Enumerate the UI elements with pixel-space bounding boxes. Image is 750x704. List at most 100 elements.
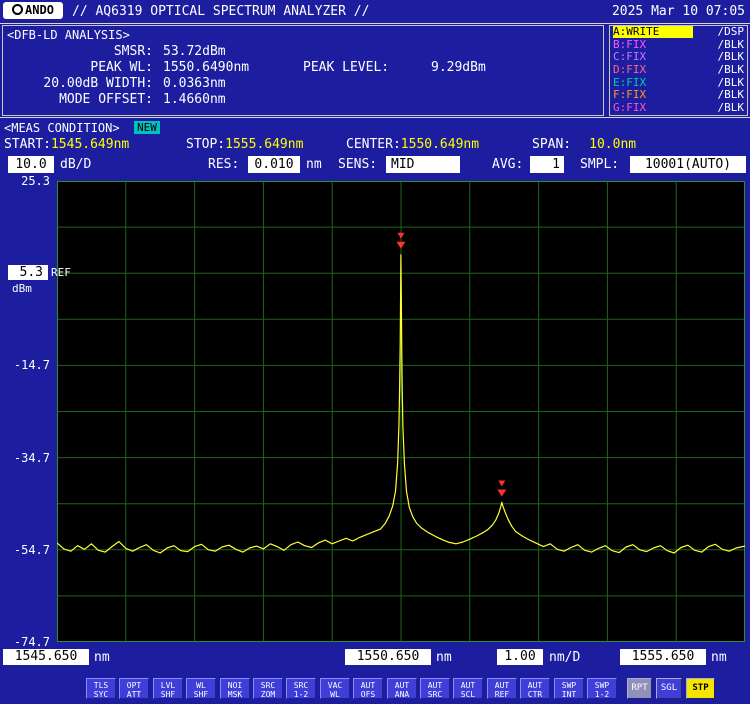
softkey-aut-src[interactable]: AUTSRC xyxy=(420,678,450,699)
meas-field: START:1545.649nm xyxy=(4,137,129,152)
trace-status-panel: A:WRITE/DSPB:FIX/BLKC:FIX/BLKD:FIX/BLKE:… xyxy=(609,25,748,116)
rpt-button[interactable]: RPT xyxy=(627,678,652,699)
softkey-aut-scl[interactable]: AUTSCL xyxy=(453,678,483,699)
peak-marker-icon xyxy=(396,242,405,249)
sensitivity-label: SENS: xyxy=(338,157,377,172)
analysis-label: MODE OFFSET: xyxy=(3,92,153,107)
meas-field-value: 1550.649nm xyxy=(401,137,479,152)
analysis-row: SMSR:53.72dBm xyxy=(3,44,603,59)
trace-status: /BLK xyxy=(718,64,745,76)
ref-level-box[interactable]: 5.3 xyxy=(8,265,48,280)
ref-label: REF xyxy=(51,266,71,279)
peak-level-label: PEAK LEVEL: xyxy=(303,60,389,75)
trace-row[interactable]: B:FIX/BLK xyxy=(610,39,747,52)
meas-field-label: STOP: xyxy=(186,137,225,152)
softkey-label: ATT xyxy=(120,690,148,699)
softkey-aut-ctr[interactable]: AUTCTR xyxy=(520,678,550,699)
average-field[interactable]: 1 xyxy=(530,156,564,173)
trace-row[interactable]: D:FIX/BLK xyxy=(610,64,747,77)
peak-marker-icon xyxy=(397,233,404,239)
analysis-value: 1.4660nm xyxy=(163,92,226,107)
softkey-label: REF xyxy=(488,690,516,699)
average-label: AVG: xyxy=(492,157,523,172)
x-axis-stop-unit: nm xyxy=(711,650,727,665)
sensitivity-field[interactable]: MID xyxy=(386,156,460,173)
stp-button[interactable]: STP xyxy=(686,678,715,699)
resolution-unit-label: nm xyxy=(306,157,322,172)
x-axis-center-value: 1550.650 xyxy=(345,649,431,665)
brand-name: ANDO xyxy=(25,3,54,17)
softkey-aut-ana[interactable]: AUTANA xyxy=(387,678,417,699)
softkey-opt-att[interactable]: OPTATT xyxy=(119,678,149,699)
softkey-label: SYC xyxy=(87,690,115,699)
y-axis-tick-label: -14.7 xyxy=(0,358,50,372)
softkey-label: VAC xyxy=(321,681,349,690)
softkey-src-zom[interactable]: SRCZOM xyxy=(253,678,283,699)
sgl-button[interactable]: SGL xyxy=(656,678,682,699)
trace-row[interactable]: A:WRITE/DSP xyxy=(610,26,747,39)
analysis-label: SMSR: xyxy=(3,44,153,59)
meas-field: CENTER:1550.649nm xyxy=(346,137,479,152)
softkey-tls-syc[interactable]: TLSSYC xyxy=(86,678,116,699)
softkey-label: NOI xyxy=(221,681,249,690)
analysis-label: 20.00dB WIDTH: xyxy=(3,76,153,91)
softkey-label: SRC xyxy=(421,690,449,699)
x-axis-start-value: 1545.650 xyxy=(3,649,89,665)
trace-status: /DSP xyxy=(718,26,745,38)
softkey-label: SWP xyxy=(588,681,616,690)
x-axis-scale-value: 1.00 xyxy=(497,649,543,665)
softkey-label: SHF xyxy=(154,690,182,699)
meas-field-value: 1545.649nm xyxy=(51,137,129,152)
peak-marker-icon xyxy=(497,489,506,496)
meas-field: STOP:1555.649nm xyxy=(186,137,303,152)
softkey-wl-shf[interactable]: WLSHF xyxy=(186,678,216,699)
trace-row[interactable]: E:FIX/BLK xyxy=(610,76,747,89)
analysis-row: 20.00dB WIDTH:0.0363nm xyxy=(3,76,603,91)
y-axis-tick-label: -54.7 xyxy=(0,543,50,557)
trace-name: D:FIX xyxy=(613,64,646,76)
dfb-ld-analysis-panel: <DFB-LD ANALYSIS> SMSR:53.72dBmPEAK WL:1… xyxy=(2,25,604,116)
softkey-label: AUT xyxy=(454,681,482,690)
softkey-label: 1-2 xyxy=(588,690,616,699)
trace-name: F:FIX xyxy=(613,89,646,101)
x-axis-scale-unit: nm/D xyxy=(549,650,580,665)
softkey-lvl-shf[interactable]: LVLSHF xyxy=(153,678,183,699)
softkey-label: SRC xyxy=(254,681,282,690)
trace-row[interactable]: F:FIX/BLK xyxy=(610,89,747,102)
analysis-label: PEAK WL: xyxy=(3,60,153,75)
softkey-src-1-2[interactable]: SRC1-2 xyxy=(286,678,316,699)
softkey-aut-ofs[interactable]: AUTOFS xyxy=(353,678,383,699)
spectrum-chart xyxy=(57,181,745,642)
y-axis-tick-label: -74.7 xyxy=(0,635,50,649)
softkey-noi-msk[interactable]: NOIMSK xyxy=(220,678,250,699)
meas-field-label: START: xyxy=(4,137,51,152)
trace-status: /BLK xyxy=(718,102,745,114)
page-title: // AQ6319 OPTICAL SPECTRUM ANALYZER // xyxy=(72,4,369,19)
peak-marker xyxy=(497,480,506,496)
sampling-field[interactable]: 10001(AUTO) xyxy=(630,156,746,173)
softkey-label: 1-2 xyxy=(287,690,315,699)
softkey-aut-ref[interactable]: AUTREF xyxy=(487,678,517,699)
new-badge: NEW xyxy=(134,121,160,134)
trace-status: /BLK xyxy=(718,89,745,101)
resolution-label: RES: xyxy=(208,157,239,172)
softkey-label: WL xyxy=(321,690,349,699)
softkey-label: AUT xyxy=(421,681,449,690)
trace-row[interactable]: C:FIX/BLK xyxy=(610,51,747,64)
spectrum-chart-area xyxy=(57,181,745,642)
resolution-field[interactable]: 0.010 xyxy=(248,156,300,173)
softkey-label: ZOM xyxy=(254,690,282,699)
softkey-label: AUT xyxy=(388,681,416,690)
softkey-label: SCL xyxy=(454,690,482,699)
scale-per-div-field[interactable]: 10.0 xyxy=(8,156,54,173)
meas-field-label: SPAN: xyxy=(532,137,571,152)
softkey-vac-wl[interactable]: VACWL xyxy=(320,678,350,699)
x-axis-row: 1545.650 nm 1550.650 nm 1.00 nm/D 1555.6… xyxy=(0,648,750,666)
softkey-swp-1-2[interactable]: SWP1-2 xyxy=(587,678,617,699)
softkey-label: AUT xyxy=(354,681,382,690)
softkey-label: AUT xyxy=(521,681,549,690)
trace-row[interactable]: G:FIX/BLK xyxy=(610,102,747,115)
softkey-swp-int[interactable]: SWPINT xyxy=(554,678,584,699)
x-axis-stop-value: 1555.650 xyxy=(620,649,706,665)
meas-condition-section: <MEAS CONDITION> NEW START:1545.649nmSTO… xyxy=(0,117,750,155)
